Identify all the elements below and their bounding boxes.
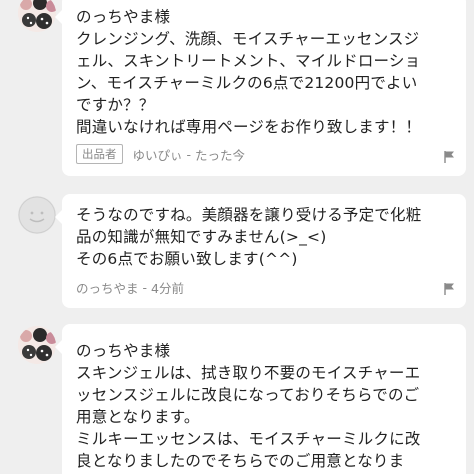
flag-icon[interactable] [442, 150, 456, 164]
avatar-image [18, 326, 56, 364]
timestamp: たった今 [195, 147, 246, 163]
avatar[interactable] [18, 0, 56, 32]
comment-text-line: ン、モイスチャーミルクの6点で21200円でよい [76, 74, 418, 92]
author-name[interactable]: ゆいぴぃ [133, 145, 183, 164]
comment-text-line: ですか？？ [76, 96, 155, 114]
comment-text-line: スキンジェルは、拭き取り不要のモイスチャーエ [76, 364, 421, 382]
avatar-image [18, 0, 56, 32]
comment-text-line: のっちやま様 [76, 342, 171, 360]
comment-text-line: 間違いなければ専用ページをお作り致します！！ [76, 118, 422, 136]
comment-text-line: 用意となります。 [76, 408, 200, 426]
flag-icon[interactable] [442, 282, 456, 296]
comment-text-line: ミルキーエッセンスは、モイスチャーミルクに改 [76, 430, 421, 448]
comment-thread: のっちやま様 クレンジング、洗顔、モイスチャーエッセンスジ ェル、スキントリート… [0, 0, 474, 474]
comment-bubble: のっちやま様 クレンジング、洗顔、モイスチャーエッセンスジ ェル、スキントリート… [55, 0, 466, 176]
comment-text-line: その6点でお願い致します(^^) [76, 250, 298, 268]
default-avatar-icon [18, 196, 56, 234]
comment-text-line: クレンジング、洗顔、モイスチャーエッセンスジ [76, 30, 420, 48]
comment-text-line: ェル、スキントリートメント、マイルドローショ [76, 52, 421, 70]
comment-text-line: 品の知識が無知ですみません(>_<) [76, 228, 327, 246]
meta-separator: - [142, 280, 148, 295]
comment-text-line: ッセンスジェルに改良になっておりそちらでのご [76, 386, 420, 404]
seller-badge: 出品者 [76, 144, 123, 164]
comment-meta: 出品者 ゆいぴぃ - たった今 [76, 144, 454, 164]
avatar[interactable] [18, 196, 56, 234]
author-name[interactable]: のっちやま [76, 278, 139, 297]
comment-bubble: のっちやま様 スキンジェルは、拭き取り不要のモイスチャーエ ッセンスジェルに改良… [55, 324, 466, 474]
comment-text-line: 良となりましたのでそちらでのご用意となりま [76, 452, 405, 470]
avatar[interactable] [18, 326, 56, 364]
comment-meta: のっちやま - 4分前 [76, 278, 454, 297]
meta-separator: - [186, 146, 192, 162]
comment-text-line: そうなのですね。美顔器を譲り受ける予定で化粧 [76, 206, 422, 224]
timestamp: 4分前 [151, 281, 184, 296]
comment-bubble: そうなのですね。美顔器を譲り受ける予定で化粧 品の知識が無知ですみません(>_<… [55, 194, 466, 308]
comment-text-line: のっちやま様 [76, 8, 171, 26]
